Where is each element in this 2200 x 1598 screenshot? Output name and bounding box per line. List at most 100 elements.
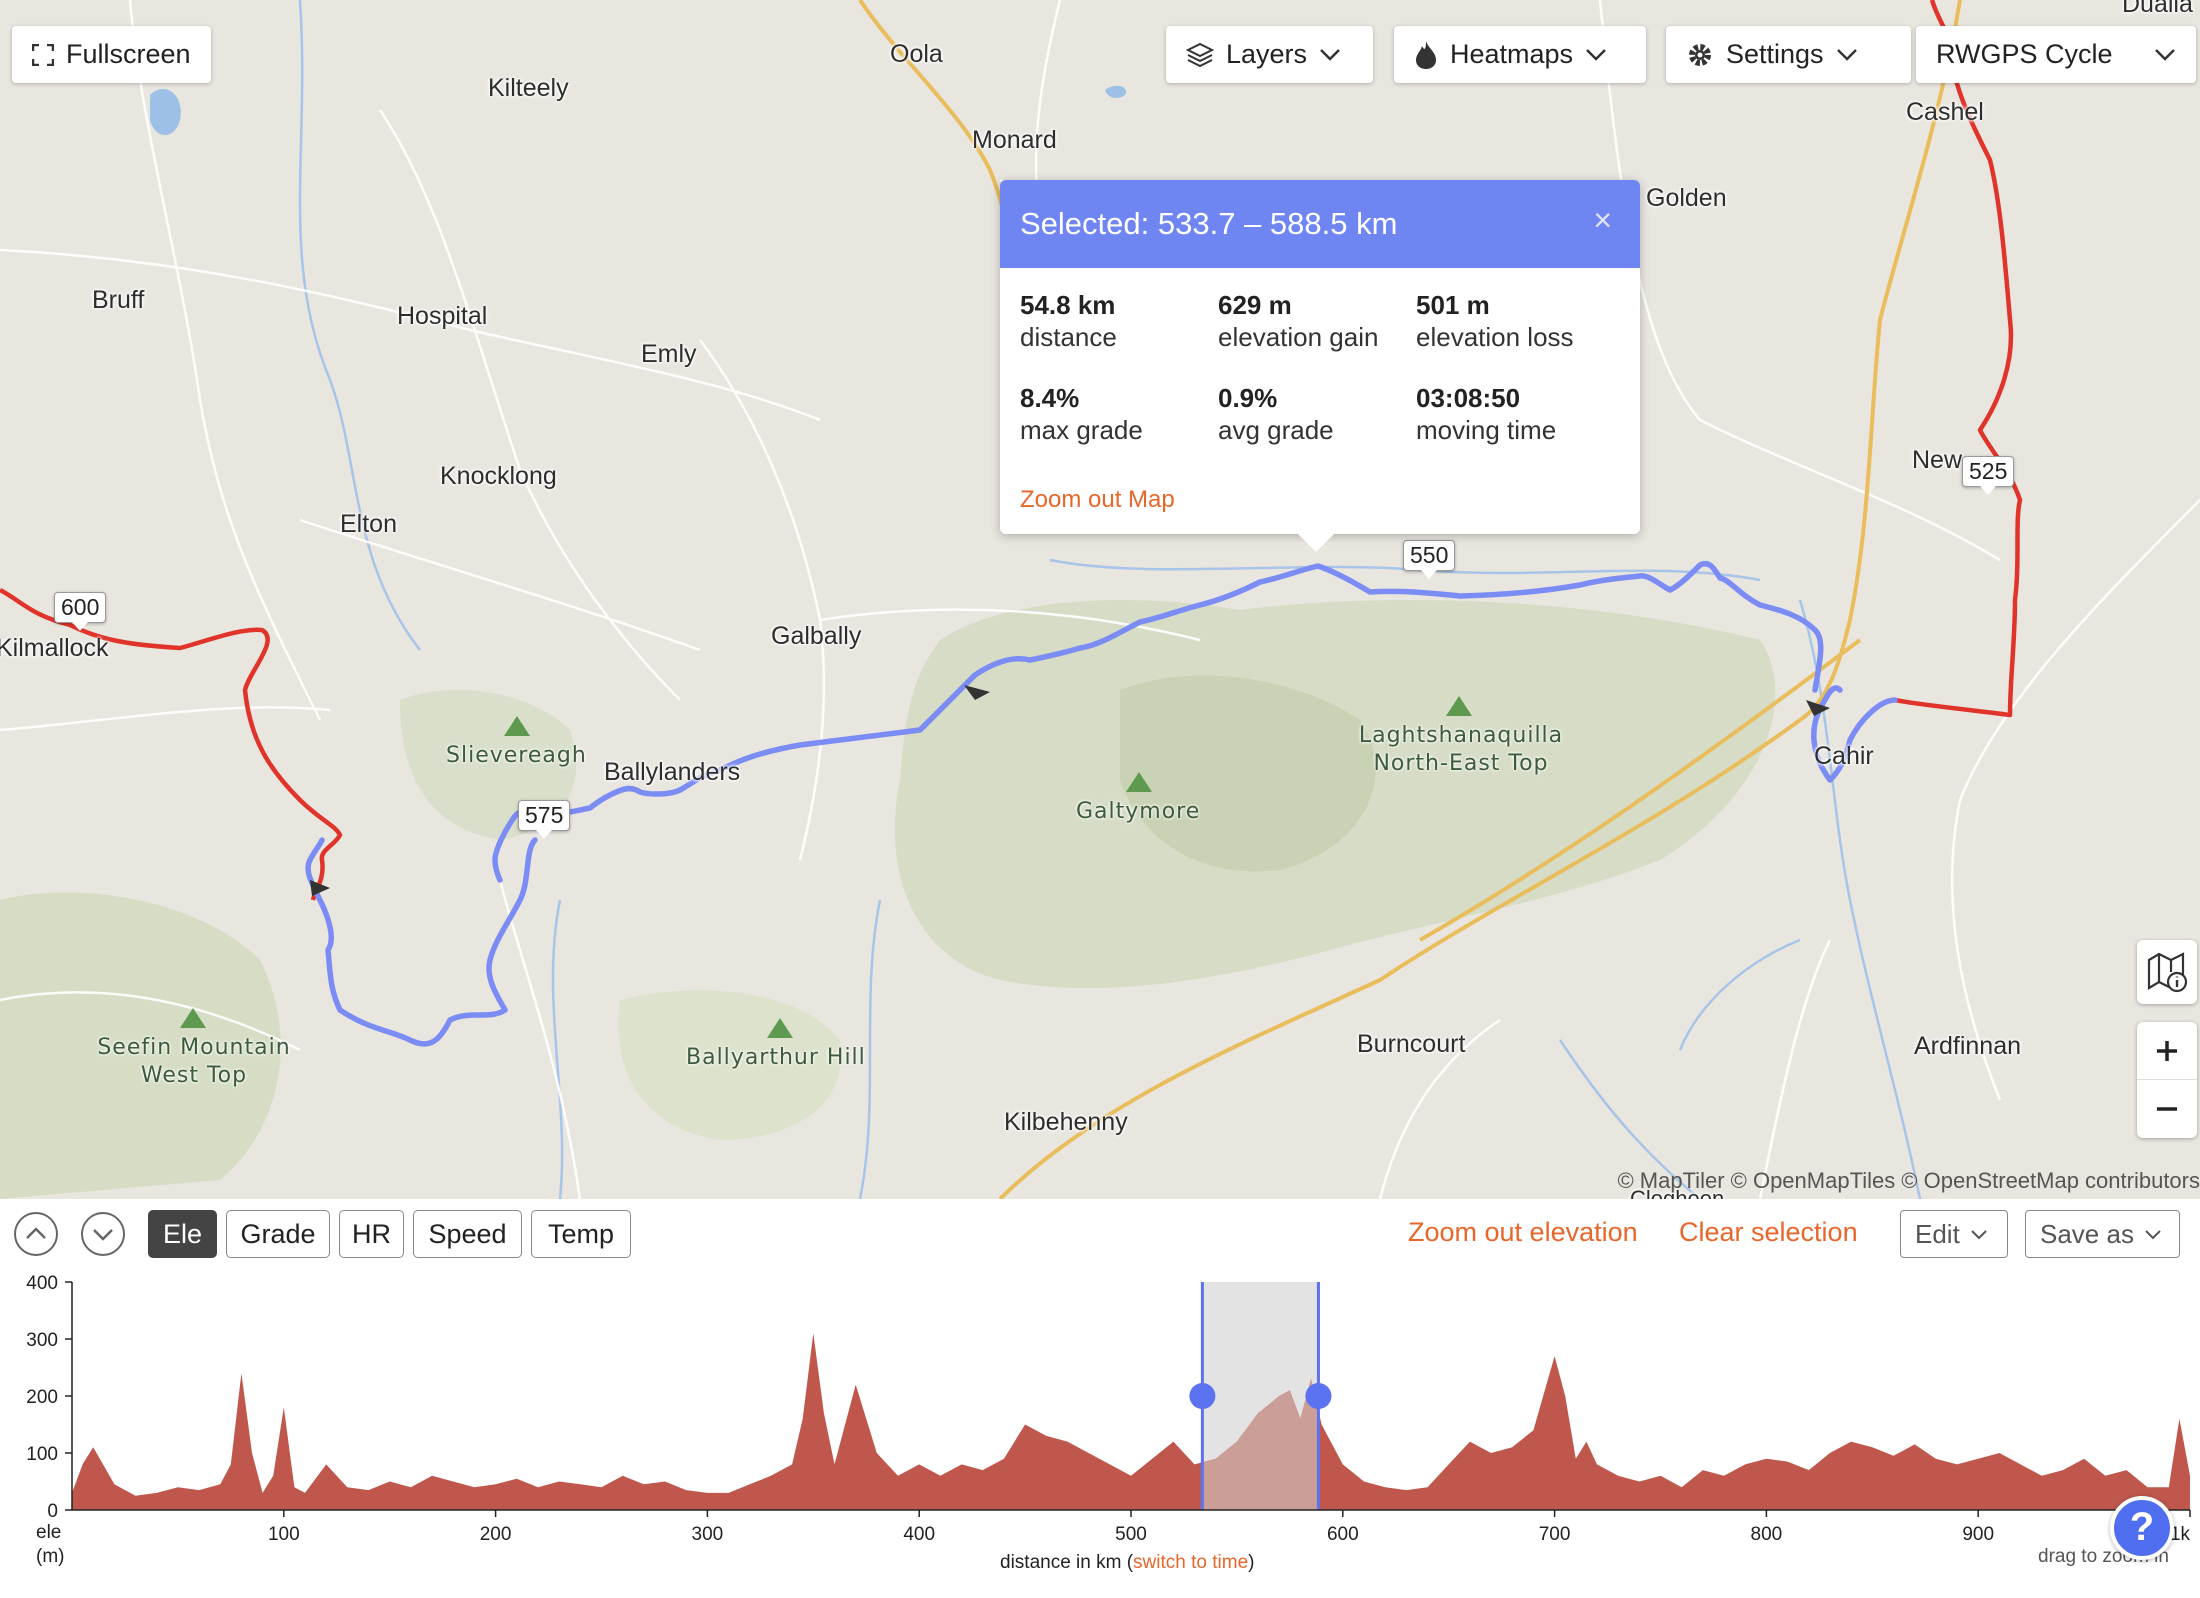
chevron-down-icon — [1836, 48, 1857, 61]
chevron-down-icon — [1971, 1229, 1987, 1239]
x-tick-label: 100 — [268, 1524, 300, 1545]
place-label: Elton — [340, 510, 397, 538]
place-label: Ballylanders — [604, 758, 741, 786]
chevron-down-icon — [1586, 48, 1606, 61]
chevron-down-icon — [2155, 48, 2175, 61]
help-button[interactable]: ? — [2110, 1496, 2174, 1560]
popup-header: Selected: 533.7 – 588.5 km × — [1000, 180, 1640, 268]
place-label: Kilmallock — [0, 634, 109, 662]
plus-icon — [2157, 1040, 2177, 1061]
tab-ele[interactable]: Ele — [148, 1210, 217, 1258]
map[interactable]: Fullscreen Layers Heatmaps Settings RWGP… — [0, 0, 2200, 1199]
elevation-chart[interactable]: 400 300 200 100 0 100 200 300 400 500 600 700 800 900… — [0, 1270, 2200, 1598]
elevation-area — [72, 1333, 2190, 1510]
selection-popup: Selected: 533.7 – 588.5 km × 54.8 km dist… — [1000, 180, 1640, 552]
zoom-out-map-link[interactable]: Zoom out Map — [1020, 486, 1175, 514]
stat-label: avg grade — [1218, 415, 1334, 446]
pond — [1105, 85, 1126, 98]
basemap-label: RWGPS Cycle — [1936, 39, 2113, 69]
place-label: Golden — [1646, 184, 1727, 212]
zoom-in-button[interactable] — [2137, 1022, 2197, 1080]
stat-elevation-loss: 501 m elevation loss — [1416, 290, 1614, 355]
place-label: Hospital — [397, 302, 488, 330]
place-label: Ardfinnan — [1914, 1032, 2022, 1060]
basemap-select[interactable]: RWGPS Cycle — [1916, 26, 2196, 83]
lake — [150, 89, 181, 135]
heatmaps-button[interactable]: Heatmaps — [1394, 26, 1646, 83]
x-axis-label-prefix: distance in km ( — [1000, 1552, 1134, 1573]
close-icon[interactable]: × — [1593, 202, 1612, 239]
expand-down-button[interactable] — [81, 1212, 125, 1256]
peak-icon — [767, 1018, 793, 1038]
km-marker: 550 — [1403, 540, 1456, 579]
chevron-down-icon — [2145, 1229, 2161, 1239]
stat-distance: 54.8 km distance — [1020, 290, 1218, 355]
stat-label: max grade — [1020, 415, 1143, 446]
x-tick-label: 800 — [1751, 1524, 1783, 1545]
y-axis-label: ele — [36, 1522, 61, 1543]
place-label: New — [1912, 446, 1963, 474]
x-tick-label: 600 — [1327, 1524, 1359, 1545]
tab-hr[interactable]: HR — [339, 1210, 404, 1258]
stat-moving-time: 03:08:50 moving time — [1416, 383, 1614, 448]
place-label: Monard — [972, 126, 1057, 154]
chevron-up-icon — [26, 1227, 46, 1239]
map-info-button[interactable] — [2137, 940, 2197, 1004]
switch-to-time-link[interactable]: switch to time — [1133, 1552, 1248, 1573]
x-tick-label: 300 — [692, 1524, 724, 1545]
tab-grade[interactable]: Grade — [226, 1210, 330, 1258]
place-label: Galbally — [771, 622, 862, 650]
stat-avg-grade: 0.9% avg grade — [1218, 383, 1416, 448]
stats-grid: 54.8 km distance 629 m elevation gain 501 … — [1000, 268, 1640, 448]
km-marker: 575 — [518, 800, 571, 839]
peak-label: Ballyarthur Hill — [686, 1045, 866, 1070]
y-axis-unit: (m) — [36, 1546, 64, 1567]
peak-label: Galtymore — [1076, 799, 1201, 824]
y-tick-label: 300 — [26, 1330, 58, 1351]
place-label: Dualla — [2122, 0, 2193, 18]
stat-value: 54.8 km — [1020, 290, 1116, 320]
place-label: Knocklong — [440, 462, 557, 490]
tab-speed[interactable]: Speed — [413, 1210, 522, 1258]
x-axis-label: distance in km (switch to time) — [1000, 1552, 1254, 1573]
x-tick-label: 900 — [1962, 1524, 1994, 1545]
collapse-up-button[interactable] — [14, 1212, 58, 1256]
clear-selection-link[interactable]: Clear selection — [1679, 1217, 1858, 1248]
zoom-out-elevation-link[interactable]: Zoom out elevation — [1408, 1217, 1638, 1248]
place-label: Cashel — [1906, 98, 1984, 126]
settings-button[interactable]: Settings — [1666, 26, 1911, 83]
stat-label: distance — [1020, 322, 1117, 353]
stat-max-grade: 8.4% max grade — [1020, 383, 1218, 448]
place-label: Oola — [890, 40, 943, 68]
fullscreen-button[interactable]: Fullscreen — [12, 26, 211, 83]
km-marker: 600 — [54, 592, 107, 631]
stat-elevation-gain: 629 m elevation gain — [1218, 290, 1416, 355]
edit-label: Edit — [1915, 1218, 1960, 1249]
map-info-icon — [2147, 952, 2188, 993]
stat-value: 629 m — [1218, 290, 1292, 320]
x-tick-label: 700 — [1539, 1524, 1571, 1545]
save-as-label: Save as — [2040, 1218, 2134, 1249]
y-tick-label: 200 — [26, 1387, 58, 1408]
zoom-out-button[interactable] — [2137, 1080, 2197, 1138]
peak-icon — [1446, 696, 1472, 716]
layers-label: Layers — [1226, 39, 1308, 69]
y-tick-label: 0 — [47, 1501, 58, 1522]
popup-pointer — [1298, 534, 1334, 552]
layers-button[interactable]: Layers — [1166, 26, 1373, 83]
x-tick-label: 400 — [903, 1524, 935, 1545]
stat-label: elevation gain — [1218, 322, 1379, 353]
map-attribution[interactable]: © MapTiler © OpenMapTiles © OpenStreetMa… — [1617, 1168, 2200, 1194]
x-tick-label: 200 — [480, 1524, 512, 1545]
peak-label: Seefin Mountain West Top — [97, 1035, 291, 1088]
peak-label: Slievereagh — [446, 743, 587, 768]
tab-temp[interactable]: Temp — [531, 1210, 631, 1258]
stat-label: elevation loss — [1416, 322, 1574, 353]
question-icon: ? — [2129, 1505, 2155, 1549]
place-label: Emly — [641, 340, 697, 368]
save-as-dropdown[interactable]: Save as — [2025, 1210, 2180, 1258]
peak-icon — [1126, 772, 1152, 792]
peak-icon — [180, 1008, 206, 1028]
edit-dropdown[interactable]: Edit — [1900, 1210, 2008, 1258]
stat-value: 03:08:50 — [1416, 382, 1521, 413]
